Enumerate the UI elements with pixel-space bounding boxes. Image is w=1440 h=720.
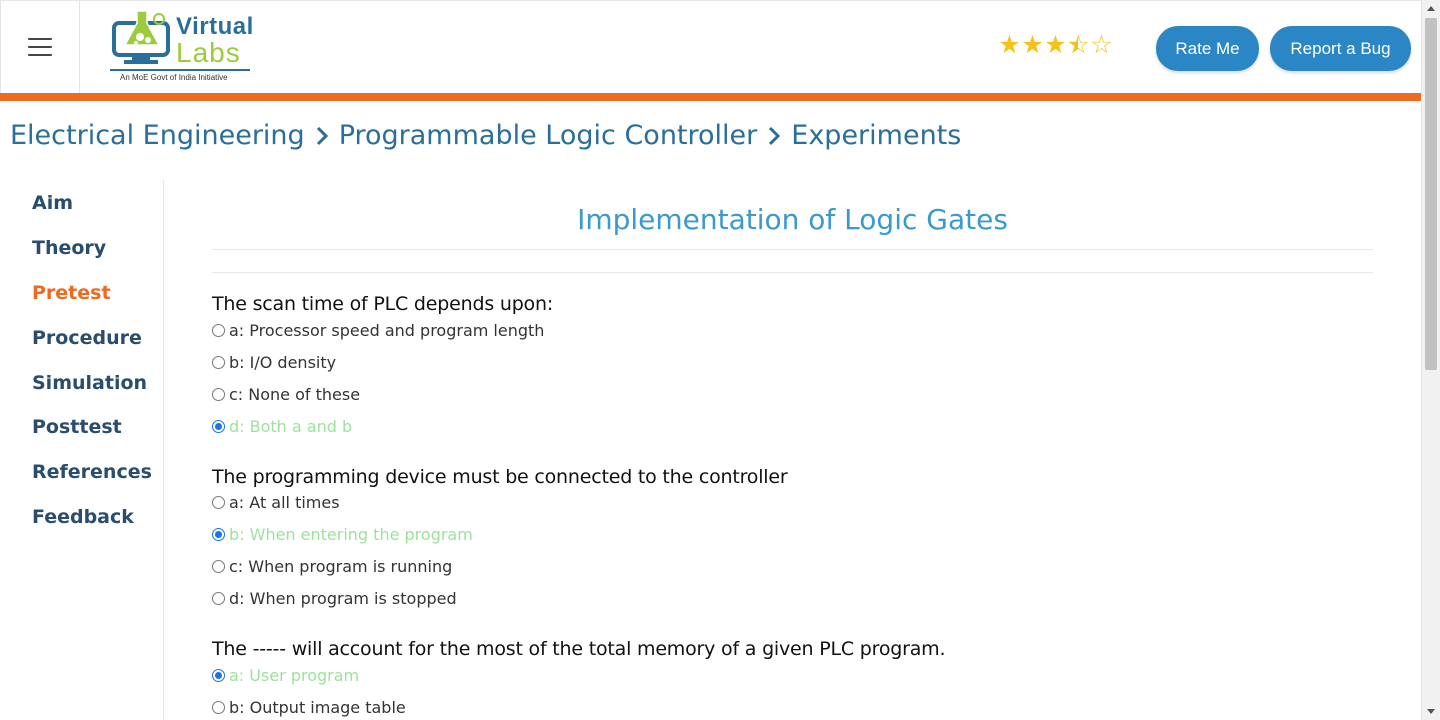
star-empty-icon[interactable]: ☆	[1090, 31, 1113, 59]
question-1-option-c[interactable]: c: None of these	[212, 385, 360, 404]
divider	[212, 272, 1373, 273]
sidebar-nav: Aim Theory Pretest Procedure Simulation …	[0, 180, 164, 720]
sidebar-item-pretest[interactable]: Pretest	[32, 282, 111, 304]
sidebar-item-posttest[interactable]: Posttest	[32, 416, 122, 438]
scrollbar-thumb[interactable]	[1425, 18, 1437, 370]
option-label: c: None of these	[229, 385, 361, 404]
radio-button[interactable]	[212, 356, 225, 369]
star-full-icon[interactable]: ★	[1044, 31, 1067, 59]
breadcrumb: Electrical Engineering Programmable Logi…	[10, 120, 961, 151]
virtual-labs-logo[interactable]: Virtual Labs An MoE Govt of India Initia…	[110, 9, 255, 87]
rate-me-button[interactable]: Rate Me	[1156, 26, 1259, 71]
option-label: c: When program is running	[229, 557, 453, 576]
option-label: a: Processor speed and program length	[229, 321, 545, 340]
star-full-icon[interactable]: ★	[1021, 31, 1044, 59]
radio-button-selected[interactable]	[212, 420, 225, 433]
question-2-option-c[interactable]: c: When program is running	[212, 557, 452, 576]
chevron-right-icon	[769, 126, 781, 145]
radio-button[interactable]	[212, 560, 225, 573]
page-scrollbar[interactable]	[1421, 0, 1440, 720]
option-label: b: Output image table	[229, 698, 406, 717]
menu-button[interactable]	[0, 1, 80, 94]
question-1-option-d[interactable]: d: Both a and b	[212, 417, 352, 436]
header-accent-bar	[0, 93, 1421, 101]
sidebar-item-simulation[interactable]: Simulation	[32, 372, 147, 394]
star-half-icon[interactable]: ★☆	[1067, 31, 1090, 59]
question-2-option-d[interactable]: d: When program is stopped	[212, 589, 457, 608]
question-3-option-b[interactable]: b: Output image table	[212, 698, 406, 717]
sidebar-item-feedback[interactable]: Feedback	[32, 506, 134, 528]
sidebar-item-references[interactable]: References	[32, 461, 152, 483]
divider	[212, 249, 1373, 250]
breadcrumb-experiments[interactable]: Experiments	[791, 120, 961, 151]
header: Virtual Labs An MoE Govt of India Initia…	[0, 0, 1421, 94]
question-1-option-a[interactable]: a: Processor speed and program length	[212, 321, 544, 340]
hamburger-icon	[28, 38, 52, 56]
question-2-option-a[interactable]: a: At all times	[212, 493, 340, 512]
logo-text-labs: Labs	[176, 37, 241, 68]
option-label: b: I/O density	[229, 353, 337, 372]
radio-button-selected[interactable]	[212, 528, 225, 541]
radio-button-selected[interactable]	[212, 669, 225, 682]
logo-tagline: An MoE Govt of India Initiative	[120, 73, 228, 82]
option-label: d: When program is stopped	[229, 589, 457, 608]
radio-button[interactable]	[212, 324, 225, 337]
question-1-option-b[interactable]: b: I/O density	[212, 353, 336, 372]
logo-underline	[110, 69, 250, 71]
scroll-down-arrow-icon[interactable]	[1427, 709, 1435, 714]
option-label: a: At all times	[229, 493, 340, 512]
report-bug-button[interactable]: Report a Bug	[1270, 26, 1411, 71]
sidebar-item-theory[interactable]: Theory	[32, 237, 106, 259]
option-label: d: Both a and b	[229, 417, 353, 436]
question-1-text: The scan time of PLC depends upon:	[212, 293, 554, 315]
question-3-option-a[interactable]: a: User program	[212, 666, 359, 685]
page-title: Implementation of Logic Gates	[577, 203, 1008, 236]
chevron-right-icon	[316, 126, 328, 145]
radio-button[interactable]	[212, 388, 225, 401]
lab-flask-icon	[112, 10, 170, 64]
radio-button[interactable]	[212, 592, 225, 605]
question-2-option-b[interactable]: b: When entering the program	[212, 525, 473, 544]
breadcrumb-electrical-engineering[interactable]: Electrical Engineering	[10, 120, 305, 151]
sidebar-item-aim[interactable]: Aim	[32, 192, 73, 214]
sidebar-item-procedure[interactable]: Procedure	[32, 327, 142, 349]
scroll-up-arrow-icon[interactable]	[1427, 6, 1435, 11]
rating-stars[interactable]: ★ ★ ★ ★☆ ☆	[998, 31, 1113, 59]
question-2-text: The programming device must be connected…	[212, 466, 788, 488]
question-3-text: The ----- will account for the most of t…	[212, 638, 946, 660]
radio-button[interactable]	[212, 701, 225, 714]
breadcrumb-plc[interactable]: Programmable Logic Controller	[339, 120, 758, 151]
option-label: a: User program	[229, 666, 360, 685]
star-full-icon[interactable]: ★	[998, 31, 1021, 59]
radio-button[interactable]	[212, 496, 225, 509]
option-label: b: When entering the program	[229, 525, 473, 544]
